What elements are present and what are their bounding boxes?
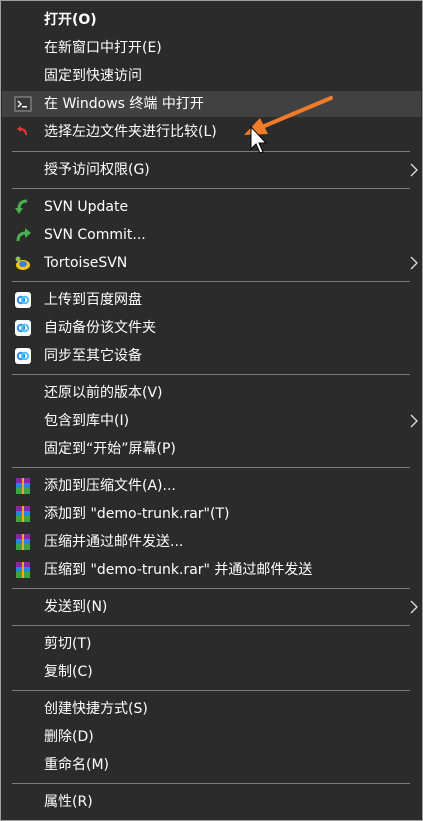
menu-item-label: 复制(C) [44,664,93,680]
menu-item-include-library[interactable]: 包含到库中(I) [2,408,421,434]
menu-item-open-new-window[interactable]: 在新窗口中打开(E) [2,35,421,61]
menu-separator [12,783,410,784]
menu-item-label: SVN Commit... [44,227,146,243]
menu-item-label: 同步至其它设备 [44,348,142,364]
svn-commit-icon [16,228,31,242]
chevron-right-icon [410,414,418,428]
menu-item-grant-access[interactable]: 授予访问权限(G) [2,157,421,183]
menu-separator [12,151,410,152]
menu-item-send-to[interactable]: 发送到(N) [2,594,421,620]
menu-item-svn-update[interactable]: SVN Update [2,194,421,220]
menu-item-label: 自动备份该文件夹 [44,320,156,336]
menu-item-compare-left-folder[interactable]: 选择左边文件夹进行比较(L) [2,119,421,145]
menu-item-create-shortcut[interactable]: 创建快捷方式(S) [2,696,421,722]
compare-icon [17,126,27,136]
menu-item-open-in-terminal[interactable]: 在 Windows 终端 中打开 [2,91,421,117]
menu-item-add-archive[interactable]: 添加到压缩文件(A)... [2,473,421,499]
svn-update-icon [15,199,28,214]
menu-item-sync-devices[interactable]: 同步至其它设备 [2,343,421,369]
menu-item-label: TortoiseSVN [44,255,128,271]
menu-item-pin-quick-access[interactable]: 固定到快速访问 [2,63,421,89]
baidu-netdisk-icon [15,348,31,364]
menu-item-label: 剪切(T) [44,636,92,652]
menu-item-compress-email[interactable]: 压缩并通过邮件发送... [2,529,421,555]
menu-item-label: 包含到库中(I) [44,413,130,429]
menu-item-label: 删除(D) [44,729,94,745]
menu-item-label: 压缩到 "demo-trunk.rar" 并通过邮件发送 [44,562,313,578]
menu-item-compress-rar-email[interactable]: 压缩到 "demo-trunk.rar" 并通过邮件发送 [2,557,421,583]
menu-item-label: 添加到压缩文件(A)... [44,478,176,494]
winrar-icon [16,506,30,522]
menu-item-label: 选择左边文件夹进行比较(L) [44,124,217,140]
chevron-right-icon [410,256,418,270]
menu-item-properties[interactable]: 属性(R) [2,789,421,815]
baidu-netdisk-icon [15,292,31,308]
menu-item-label: 添加到 "demo-trunk.rar"(T) [44,506,230,522]
menu-item-label: 在 Windows 终端 中打开 [44,96,204,112]
menu-item-tortoisesvn[interactable]: TortoiseSVN [2,250,421,276]
menu-item-label: 属性(R) [44,794,93,810]
menu-item-svn-commit[interactable]: SVN Commit... [2,222,421,248]
menu-separator [12,690,410,691]
baidu-netdisk-icon [15,320,31,336]
menu-item-label: 打开(O) [44,12,97,28]
menu-item-label: 上传到百度网盘 [44,292,142,308]
menu-separator [12,188,410,189]
terminal-icon [14,96,32,112]
menu-item-label: SVN Update [44,199,129,215]
menu-item-label: 创建快捷方式(S) [44,701,148,717]
menu-item-label: 发送到(N) [44,599,108,615]
tortoisesvn-icon [15,256,30,270]
winrar-icon [16,478,30,494]
menu-separator [12,588,410,589]
menu-item-rename[interactable]: 重命名(M) [2,752,421,778]
menu-item-pin-start[interactable]: 固定到“开始”屏幕(P) [2,436,421,462]
chevron-right-icon [410,163,418,177]
menu-item-add-to-rar[interactable]: 添加到 "demo-trunk.rar"(T) [2,501,421,527]
menu-separator [12,374,410,375]
winrar-icon [16,562,30,578]
menu-item-label: 还原以前的版本(V) [44,385,163,401]
winrar-icon [16,534,30,550]
menu-item-copy[interactable]: 复制(C) [2,659,421,685]
menu-item-label: 固定到“开始”屏幕(P) [44,441,176,457]
menu-item-label: 重命名(M) [44,757,110,773]
menu-item-cut[interactable]: 剪切(T) [2,631,421,657]
menu-separator [12,467,410,468]
menu-item-delete[interactable]: 删除(D) [2,724,421,750]
menu-item-label: 授予访问权限(G) [44,162,150,178]
menu-separator [12,625,410,626]
chevron-right-icon [410,600,418,614]
menu-item-label: 固定到快速访问 [44,68,142,84]
menu-item-label: 在新窗口中打开(E) [44,40,162,56]
menu-item-label: 压缩并通过邮件发送... [44,534,184,550]
menu-item-auto-backup[interactable]: 自动备份该文件夹 [2,315,421,341]
menu-item-upload-baidu[interactable]: 上传到百度网盘 [2,287,421,313]
menu-item-open[interactable]: 打开(O) [2,7,421,33]
menu-item-restore-versions[interactable]: 还原以前的版本(V) [2,380,421,406]
menu-separator [12,281,410,282]
context-menu: 打开(O) 在新窗口中打开(E) 固定到快速访问 在 Windows 终端 中打… [0,0,423,821]
